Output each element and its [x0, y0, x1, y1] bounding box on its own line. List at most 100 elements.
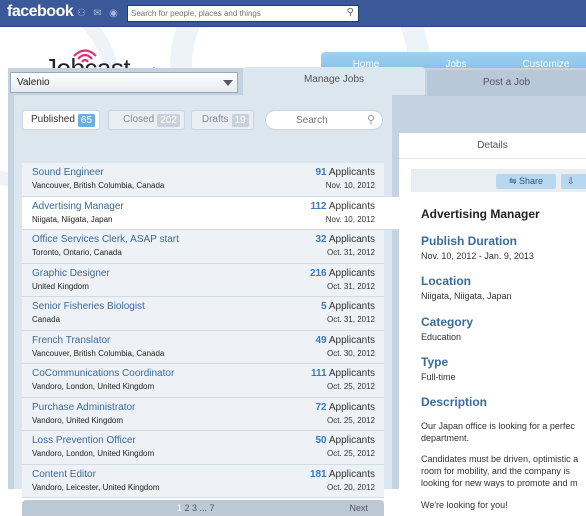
description-line: Candidates must be driven, optimistic a — [421, 454, 579, 464]
applicant-count: 216 — [309, 267, 327, 279]
description-line: department. — [421, 433, 470, 443]
tab-post-job[interactable]: Post a Job — [427, 70, 586, 96]
job-applicants: 216 Applicants — [310, 268, 375, 279]
description-line: looking for new ways to promote and m — [421, 478, 578, 488]
job-row[interactable]: Graphic Designer United Kingdom 216 Appl… — [22, 263, 384, 297]
job-location: Vancouver, British Columbia, Canada — [32, 181, 165, 190]
applicant-count: 32 — [315, 234, 327, 245]
job-applicants: 111 Applicants — [311, 368, 375, 379]
tab-manage-jobs[interactable]: Manage Jobs — [243, 67, 425, 95]
facebook-logo[interactable]: facebook — [7, 3, 74, 21]
job-applicants: 32 Applicants — [316, 234, 376, 245]
description-paragraph: Our Japan office is looking for a perfec… — [421, 420, 586, 444]
job-date: Oct. 30, 2012 — [326, 348, 375, 358]
job-applicants: 112 Applicants — [310, 201, 375, 212]
job-location: United Kingdom — [32, 281, 89, 291]
job-search: ⚲ — [265, 110, 383, 130]
share-button[interactable]: ⇋ Share — [496, 174, 556, 189]
job-title: Purchase Administrator — [32, 401, 136, 413]
publish-duration-heading: Publish Duration — [421, 234, 517, 248]
description-line: room for mobility, and the company is — [421, 466, 570, 476]
filter-label: Closed — [123, 114, 155, 125]
description-paragraph: We're looking for you! — [421, 500, 508, 510]
applicant-count: 91 — [315, 167, 327, 178]
filter-label: Drafts — [201, 114, 229, 125]
page-numbers[interactable]: 2 3 ... 7 — [185, 503, 215, 513]
category-heading: Category — [421, 315, 474, 329]
job-filters: Published 65 Closed 202 Drafts 19 — [22, 110, 254, 130]
filter-label: Published — [31, 114, 75, 125]
job-date: Oct. 25, 2012 — [326, 449, 375, 458]
publish-duration-value: Nov. 10, 2012 - Jan. 9, 2013 — [421, 251, 534, 261]
job-applicants: 49 Applicants — [316, 335, 376, 346]
chevron-down-icon — [223, 80, 233, 86]
applicant-count: 49 — [315, 334, 327, 346]
job-date: Nov. 10, 2012 — [325, 181, 375, 190]
job-row[interactable]: Office Services Clerk, ASAP start Toront… — [22, 230, 384, 264]
job-applicants: 91 Applicants — [316, 167, 376, 178]
description-line: Our Japan office is looking for a perfec — [421, 421, 575, 431]
messages-icon[interactable]: ✉ — [92, 8, 103, 19]
job-applicants: 5 Applicants — [321, 301, 375, 312]
filter-closed[interactable]: Closed 202 — [108, 110, 185, 130]
job-row[interactable]: French Translator Vancouver, British Col… — [22, 330, 384, 364]
job-date: Oct. 25, 2012 — [326, 382, 375, 391]
details-header: Details — [399, 133, 586, 159]
applicant-count: 181 — [309, 468, 327, 480]
job-date: Oct. 31, 2012 — [326, 281, 375, 291]
job-location: Vandoro, London, United Kingdom — [32, 449, 155, 458]
filter-published[interactable]: Published 65 — [22, 110, 101, 130]
job-row[interactable]: Senior Fisheries Biologist Canada 5 Appl… — [22, 297, 384, 331]
job-row-selected[interactable]: Advertising Manager Niigata, Niigata, Ja… — [22, 196, 400, 230]
type-value: Full-time — [421, 372, 456, 382]
job-row[interactable]: Purchase Administrator Vandoro, United K… — [22, 397, 384, 431]
next-page-button[interactable]: Next — [349, 503, 368, 513]
applicants-label: Applicants — [328, 435, 375, 446]
job-title: Senior Fisheries Biologist — [32, 301, 145, 312]
applicants-label: Applicants — [328, 401, 375, 413]
share-label: Share — [519, 176, 544, 186]
applicants-label: Applicants — [328, 167, 375, 178]
job-date: Oct. 31, 2012 — [326, 248, 375, 257]
job-row[interactable]: Content Editor Vandoro, Leicester, Unite… — [22, 464, 384, 498]
location-heading: Location — [421, 274, 471, 288]
description-heading: Description — [421, 395, 488, 409]
applicant-count: 50 — [315, 435, 327, 446]
account-select-value: Valenio — [17, 77, 50, 88]
search-icon[interactable]: ⚲ — [347, 7, 354, 18]
job-applicants: 72 Applicants — [316, 402, 376, 413]
count-badge: 19 — [231, 113, 249, 127]
job-date: Nov. 10, 2012 — [325, 214, 375, 224]
page-links[interactable]: 1 2 3 ... 7 — [177, 503, 215, 513]
save-icon[interactable]: ⇩ — [561, 174, 586, 189]
job-title: Sound Engineer — [32, 167, 104, 178]
job-search-input[interactable] — [266, 111, 361, 129]
applicant-count: 112 — [310, 200, 327, 212]
applicants-label: Applicants — [328, 234, 375, 245]
job-title: Office Services Clerk, ASAP start — [32, 234, 179, 245]
notifications-icon[interactable]: ◉ — [108, 8, 119, 19]
job-row[interactable]: Loss Prevention Officer Vandoro, London,… — [22, 431, 384, 465]
details-toolbar: ⇋ Share ⇩ — [411, 169, 586, 192]
friend-requests-icon[interactable]: ⚇ — [76, 8, 87, 19]
job-title: French Translator — [32, 334, 111, 346]
job-location: Vandoro, United Kingdom — [32, 415, 124, 425]
account-select[interactable]: Valenio — [10, 72, 238, 93]
job-row[interactable]: CoCommunications Coordinator Vandoro, Lo… — [22, 364, 384, 398]
job-row[interactable]: Sound Engineer Vancouver, British Columb… — [22, 163, 384, 197]
facebook-search: ⚲ — [127, 5, 359, 22]
applicants-label: Applicants — [328, 368, 375, 379]
details-pane: Details ⇋ Share ⇩ Advertising Manager Pu… — [399, 133, 586, 516]
job-title: Loss Prevention Officer — [32, 435, 136, 446]
filter-drafts[interactable]: Drafts 19 — [190, 110, 254, 130]
job-title: Content Editor — [32, 468, 96, 480]
applicants-label: Applicants — [328, 301, 375, 312]
facebook-search-input[interactable] — [128, 6, 338, 21]
job-location: Niigata, Niigata, Japan — [32, 214, 113, 224]
search-icon[interactable]: ⚲ — [367, 113, 375, 126]
type-heading: Type — [421, 355, 449, 369]
job-detail-title: Advertising Manager — [421, 207, 540, 221]
job-date: Oct. 20, 2012 — [326, 482, 375, 492]
job-title: CoCommunications Coordinator — [32, 368, 175, 379]
location-value: Niigata, Niigata, Japan — [421, 291, 512, 301]
